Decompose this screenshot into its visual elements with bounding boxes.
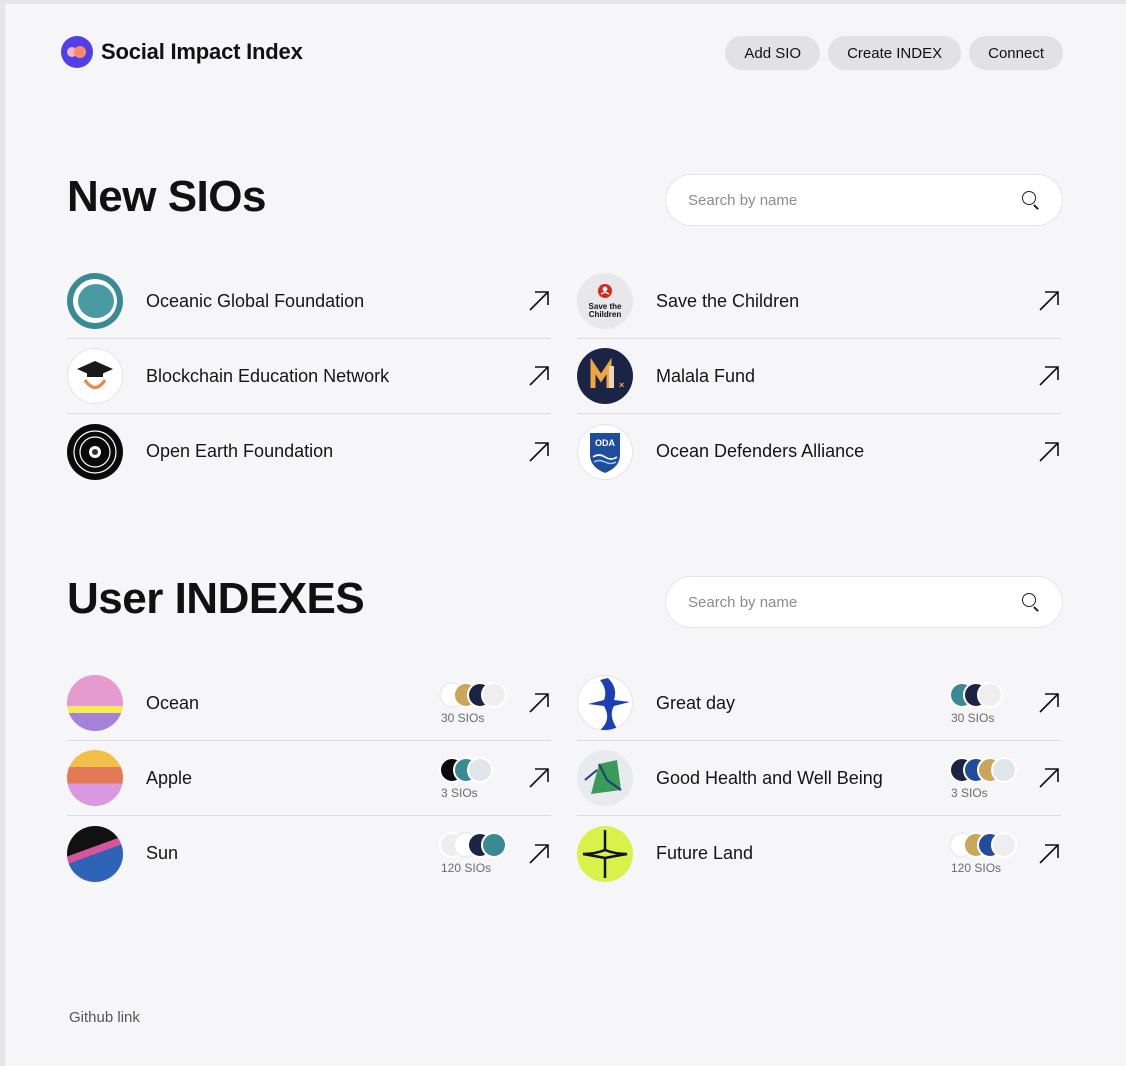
save-the-children-logo-icon <box>481 681 507 708</box>
sio-item[interactable]: × Malala Fund <box>577 339 1061 414</box>
connect-button[interactable]: Connect <box>969 36 1063 70</box>
index-sio-preview: 30 SIOs <box>439 681 519 725</box>
arrow-up-right-icon[interactable] <box>1037 440 1061 464</box>
arrow-up-right-icon[interactable] <box>527 842 551 866</box>
sio-item[interactable]: Open Earth Foundation <box>67 414 551 489</box>
index-avatar <box>577 750 633 806</box>
brand-logo-icon <box>61 36 93 68</box>
malala-logo-icon: × <box>577 348 633 404</box>
index-sio-preview: 120 SIOs <box>949 832 1029 875</box>
search-icon[interactable] <box>1022 593 1040 611</box>
oda-shield-logo-icon: ODA <box>577 423 633 480</box>
index-search[interactable] <box>665 576 1063 628</box>
index-sio-preview: 3 SIOs <box>949 756 1029 800</box>
oda-logo-text: ODA <box>595 438 616 448</box>
arrow-up-right-icon[interactable] <box>1037 842 1061 866</box>
save-the-children-logo-icon <box>977 681 1003 708</box>
index-name: Apple <box>146 767 193 788</box>
svg-text:Children: Children <box>589 310 622 319</box>
index-sio-count: 3 SIOs <box>951 785 988 800</box>
arrow-up-right-icon[interactable] <box>1037 766 1061 790</box>
sio-item[interactable]: Blockchain Education Network <box>67 339 551 414</box>
index-name: Ocean <box>146 692 200 713</box>
index-sio-preview: 120 SIOs <box>439 832 519 875</box>
sio-item[interactable]: ODA Ocean Defenders Alliance <box>577 414 1061 489</box>
sio-search-input[interactable] <box>688 191 1022 209</box>
sio-name: Ocean Defenders Alliance <box>656 441 865 461</box>
index-list: Ocean 30 SIOs Great day 30 SIOs Apple 3 … <box>67 666 1063 891</box>
arrow-up-right-icon[interactable] <box>527 289 551 313</box>
save-the-children-logo-icon <box>991 832 1017 858</box>
arrow-up-right-icon[interactable] <box>1037 289 1061 313</box>
user-indexes-title: User INDEXES <box>67 574 365 623</box>
github-link[interactable]: Github link <box>69 1009 140 1026</box>
sio-item[interactable]: Oceanic Global Foundation <box>67 264 551 339</box>
sio-name: Oceanic Global Foundation <box>146 290 365 311</box>
index-item[interactable]: Sun 120 SIOs <box>67 816 551 891</box>
search-icon[interactable] <box>1022 191 1040 209</box>
index-avatar <box>67 750 123 806</box>
index-item[interactable]: Ocean 30 SIOs <box>67 666 551 741</box>
graduation-cap-logo-icon <box>67 348 123 404</box>
sio-search[interactable] <box>665 174 1063 226</box>
save-the-children-logo-icon: Save the Children <box>577 273 633 329</box>
index-item[interactable]: Apple 3 SIOs <box>67 741 551 816</box>
arrow-up-right-icon[interactable] <box>527 766 551 790</box>
arrow-up-right-icon[interactable] <box>527 364 551 388</box>
index-item[interactable]: Future Land 120 SIOs <box>577 816 1061 891</box>
svg-text:×: × <box>619 380 624 390</box>
top-nav: Add SIO Create INDEX Connect <box>725 36 1063 70</box>
index-name: Sun <box>146 843 179 863</box>
sio-name: Save the Children <box>656 290 800 311</box>
arrow-up-right-icon[interactable] <box>1037 691 1061 715</box>
index-name: Future Land <box>656 843 754 863</box>
index-sio-count: 30 SIOs <box>951 710 995 725</box>
index-search-input[interactable] <box>688 593 1022 611</box>
index-sio-count: 30 SIOs <box>441 710 485 725</box>
sio-list: Oceanic Global Foundation Save the Childr… <box>67 264 1063 489</box>
index-sio-count: 120 SIOs <box>441 861 492 875</box>
add-sio-button[interactable]: Add SIO <box>725 36 821 70</box>
index-name: Good Health and Well Being <box>656 767 883 788</box>
index-avatar <box>67 675 123 731</box>
sio-thumb <box>481 832 507 858</box>
earth-logo-icon <box>67 423 123 480</box>
sio-thumb <box>467 756 493 783</box>
arrow-up-right-icon[interactable] <box>527 691 551 715</box>
arrow-up-right-icon[interactable] <box>1037 364 1061 388</box>
index-item[interactable]: Great day 30 SIOs <box>577 666 1061 741</box>
oceanic-logo-icon <box>67 273 123 329</box>
sio-name: Blockchain Education Network <box>146 365 390 386</box>
index-name: Great day <box>656 692 736 713</box>
index-sio-preview: 3 SIOs <box>439 756 519 800</box>
index-item[interactable]: Good Health and Well Being 3 SIOs <box>577 741 1061 816</box>
index-sio-preview: 30 SIOs <box>949 681 1029 725</box>
page: Social Impact Index Add SIO Create INDEX… <box>5 4 1126 1066</box>
index-sio-count: 3 SIOs <box>441 785 478 800</box>
index-avatar <box>67 825 123 882</box>
new-sios-title: New SIOs <box>67 172 266 221</box>
arrow-up-right-icon[interactable] <box>527 440 551 464</box>
create-index-button[interactable]: Create INDEX <box>828 36 962 70</box>
sio-name: Open Earth Foundation <box>146 441 334 461</box>
index-sio-count: 120 SIOs <box>951 861 1002 875</box>
sio-name: Malala Fund <box>656 365 756 386</box>
sio-item[interactable]: Save the Children Save the Children <box>577 264 1061 339</box>
index-avatar <box>577 825 633 882</box>
index-avatar <box>577 675 633 731</box>
brand-name: Social Impact Index <box>101 39 303 64</box>
sio-thumb <box>991 756 1017 783</box>
brand[interactable]: Social Impact Index <box>61 36 303 68</box>
